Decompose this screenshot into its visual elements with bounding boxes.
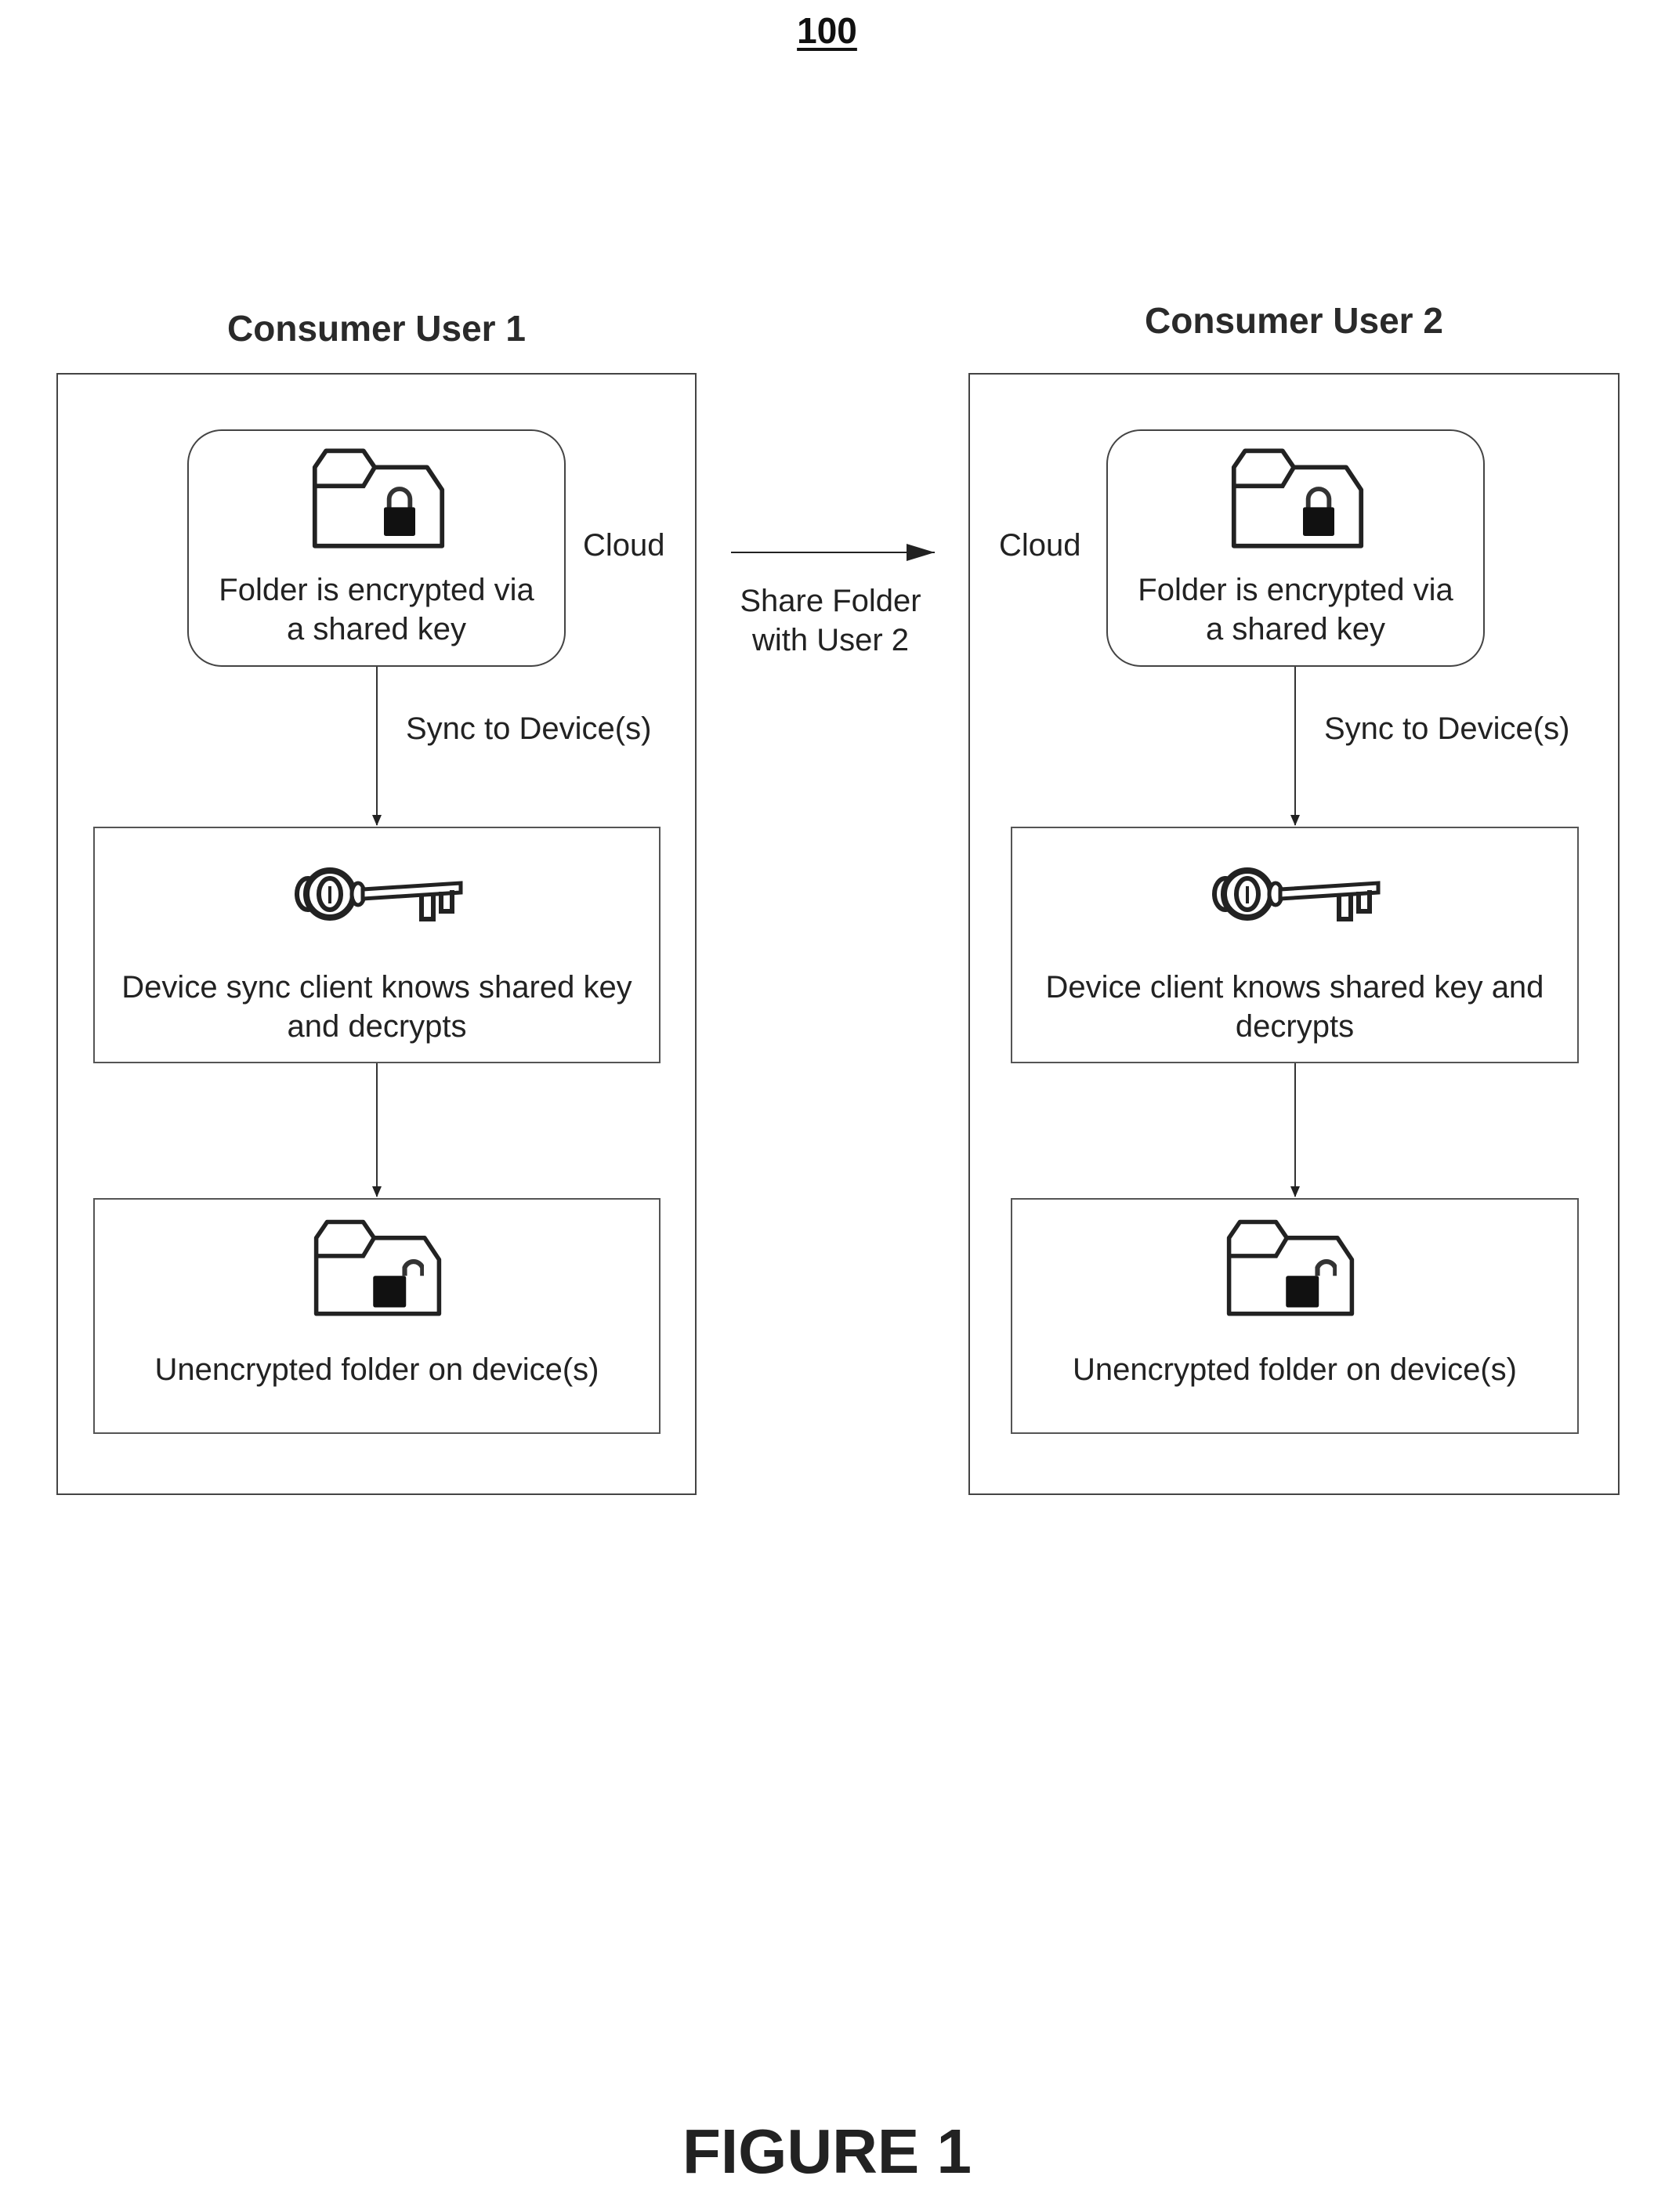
cloud-text-line2: a shared key — [1205, 612, 1386, 646]
device-text-line1: Device client knows shared key and — [1045, 970, 1544, 1005]
user2-cloud-box: Folder is encrypted via a shared key — [1106, 429, 1485, 667]
user1-cloud-box: Folder is encrypted via a shared key — [187, 429, 566, 667]
unlocked-folder-icon — [1225, 1218, 1355, 1319]
figure-label: FIGURE 1 — [682, 2116, 972, 2186]
share-folder-label: Share Folder with User 2 — [705, 581, 956, 660]
cloud-text-line2: a shared key — [286, 612, 467, 646]
key-icon — [1210, 863, 1382, 925]
user2-unencrypted-text: Unencrypted folder on device(s) — [1073, 1352, 1517, 1387]
device-text-line2: and decrypts — [287, 1009, 467, 1044]
user2-sync-label: Sync to Device(s) — [1324, 711, 1570, 746]
figure-number: 100 — [797, 10, 857, 51]
cloud-text-line1: Folder is encrypted via — [219, 573, 534, 607]
user2-cloud-label: Cloud — [999, 528, 1081, 563]
device-text-line1: Device sync client knows shared key — [121, 970, 632, 1005]
user2-device-text: Device client knows shared key and decry… — [1012, 968, 1577, 1046]
user2-device-box: Device client knows shared key and decry… — [1011, 827, 1579, 1063]
share-label-line2: with User 2 — [751, 623, 910, 657]
user1-title: Consumer User 1 — [227, 308, 526, 349]
user1-unencrypted-text: Unencrypted folder on device(s) — [154, 1352, 599, 1387]
user1-cloud-text: Folder is encrypted via a shared key — [189, 570, 564, 649]
locked-folder-icon — [1230, 448, 1365, 550]
user1-cloud-label: Cloud — [583, 528, 665, 563]
user2-cloud-text: Folder is encrypted via a shared key — [1108, 570, 1483, 649]
user1-device-text: Device sync client knows shared key and … — [95, 968, 659, 1046]
user2-unencrypted-box: Unencrypted folder on device(s) — [1011, 1198, 1579, 1434]
key-icon — [292, 863, 465, 925]
cloud-text-line1: Folder is encrypted via — [1138, 573, 1453, 607]
user1-unencrypted-box: Unencrypted folder on device(s) — [93, 1198, 661, 1434]
user1-device-box: Device sync client knows shared key and … — [93, 827, 661, 1063]
locked-folder-icon — [311, 448, 446, 550]
user2-title: Consumer User 2 — [1145, 300, 1443, 341]
user1-sync-label: Sync to Device(s) — [406, 711, 652, 746]
device-text-line2: decrypts — [1235, 1009, 1355, 1044]
share-label-line1: Share Folder — [740, 584, 921, 618]
unlocked-folder-icon — [313, 1218, 443, 1319]
